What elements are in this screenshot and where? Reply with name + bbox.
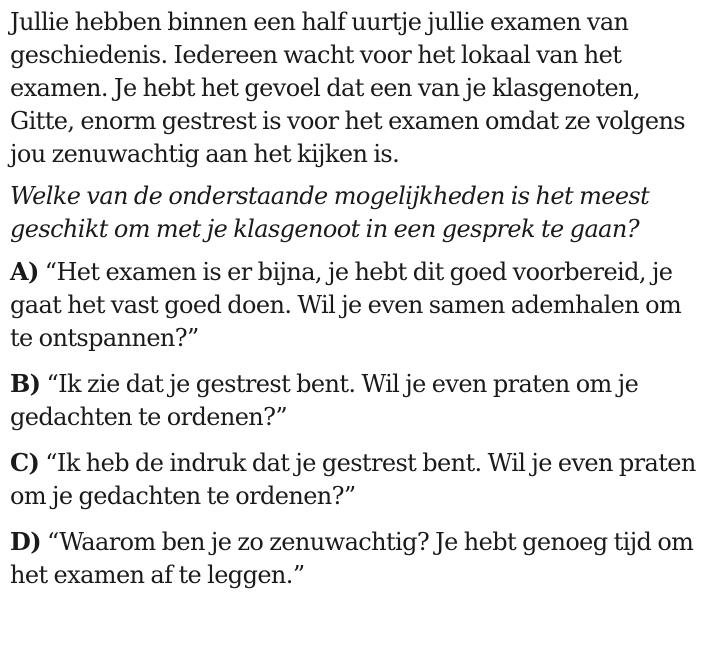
scenario-line: geschiedenis. Iedereen wacht voor het lo… xyxy=(10,41,622,69)
option-text-line: “Het examen is er bijna, je hebt dit goe… xyxy=(44,258,673,286)
option-letter: C) xyxy=(10,448,40,477)
scenario-line: Gitte, enorm gestrest is voor het examen… xyxy=(10,107,686,135)
option-text-line: gaat het vast goed doen. Wil je even sam… xyxy=(10,291,682,319)
option-letter: D) xyxy=(10,527,42,556)
option-letter: B) xyxy=(10,369,41,398)
option-text-line: gedachten te ordenen?” xyxy=(10,403,288,431)
option-text-line: “Ik zie dat je gestrest bent. Wil je eve… xyxy=(46,370,639,398)
option-b[interactable]: B) “Ik zie dat je gestrest bent. Wil je e… xyxy=(10,367,692,434)
option-text-line: “Waarom ben je zo zenuwachtig? Je hebt g… xyxy=(46,528,694,556)
exam-question-page: Jullie hebben binnen een half uurtje jul… xyxy=(0,0,706,662)
option-text-line: om je gedachten te ordenen?” xyxy=(10,482,356,510)
option-c[interactable]: C) “Ik heb de indruk dat je gestrest bent… xyxy=(10,446,696,513)
scenario-line: examen. Je hebt het gevoel dat een van j… xyxy=(10,74,641,102)
option-text-line: te ontspannen?” xyxy=(10,324,199,352)
option-text-line: “Ik heb de indruk dat je gestrest bent. … xyxy=(45,449,696,477)
scenario-line: Jullie hebben binnen een half uurtje jul… xyxy=(10,8,629,36)
question-line: Welke van de onderstaande mogelijkheden … xyxy=(10,182,650,210)
question-line: geschikt om met je klasgenoot in een ges… xyxy=(10,215,640,243)
option-text-line: het examen af te leggen.” xyxy=(10,561,305,589)
scenario-line: jou zenuwachtig aan het kijken is. xyxy=(10,140,400,168)
question-prompt: Welke van de onderstaande mogelijkheden … xyxy=(10,180,692,246)
option-letter: A) xyxy=(10,257,39,286)
option-d[interactable]: D) “Waarom ben je zo zenuwachtig? Je hebt… xyxy=(10,525,694,592)
option-a[interactable]: A) “Het examen is er bijna, je hebt dit g… xyxy=(10,255,692,355)
scenario-paragraph: Jullie hebben binnen een half uurtje jul… xyxy=(10,6,692,171)
